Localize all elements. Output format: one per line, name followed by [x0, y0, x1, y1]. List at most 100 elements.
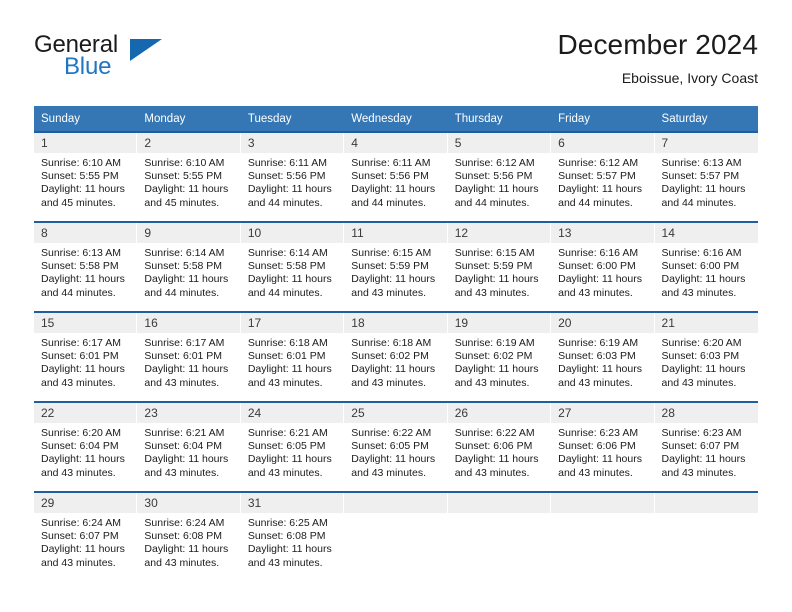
calendar-day-cell[interactable]: 17 Sunrise: 6:18 AM Sunset: 6:01 PM Dayligh… [240, 311, 345, 402]
calendar-day-cell[interactable]: 26 Sunrise: 6:22 AM Sunset: 6:06 PM Dayligh… [447, 401, 552, 492]
day-number-empty [344, 493, 448, 513]
sunrise-text: Sunrise: 6:14 AM [144, 247, 225, 259]
daylight-text: and 43 minutes. [661, 286, 737, 299]
calendar-day-cell[interactable]: 28 Sunrise: 6:23 AM Sunset: 6:07 PM Dayligh… [654, 401, 758, 492]
daylight-text: and 45 minutes. [41, 196, 116, 209]
calendar-body: 1 Sunrise: 6:10 AM Sunset: 5:55 PM Daylight… [34, 131, 758, 581]
sunrise-text: Sunrise: 6:11 AM [351, 157, 431, 169]
calendar-day-cell[interactable]: 8 Sunrise: 6:13 AM Sunset: 5:58 PM Daylight… [34, 221, 138, 312]
daylight-text: and 43 minutes. [661, 376, 737, 389]
sunrise-text: Sunrise: 6:16 AM [558, 247, 639, 259]
day-details: Sunrise: 6:16 AM Sunset: 6:00 PM Daylight:… [655, 243, 758, 300]
day-details: Sunrise: 6:21 AM Sunset: 6:04 PM Daylight:… [137, 423, 240, 480]
sunset-text: Sunset: 6:04 PM [144, 440, 223, 453]
day-number: 29 [34, 493, 138, 513]
daylight-text: Daylight: 11 hours [247, 273, 332, 286]
calendar-day-cell[interactable]: 22 Sunrise: 6:20 AM Sunset: 6:04 PM Dayligh… [34, 401, 138, 492]
sunset-text: Sunset: 6:07 PM [661, 440, 740, 453]
calendar-day-cell[interactable]: 31 Sunrise: 6:25 AM Sunset: 6:08 PM Dayligh… [240, 491, 345, 581]
daylight-text: Daylight: 11 hours [351, 363, 436, 376]
sunrise-text: Sunrise: 6:15 AM [351, 247, 432, 259]
calendar-day-cell[interactable]: 10 Sunrise: 6:14 AM Sunset: 5:58 PM Dayligh… [240, 221, 345, 312]
calendar-day-cell[interactable]: 20 Sunrise: 6:19 AM Sunset: 6:03 PM Dayligh… [551, 311, 655, 402]
daylight-text: and 43 minutes. [144, 466, 220, 479]
sunrise-text: Sunrise: 6:15 AM [454, 247, 535, 259]
day-details: Sunrise: 6:10 AM Sunset: 5:55 PM Daylight:… [137, 153, 240, 210]
sunrise-text: Sunrise: 6:11 AM [247, 157, 328, 169]
calendar-day-cell[interactable]: 14 Sunrise: 6:16 AM Sunset: 6:00 PM Dayligh… [654, 221, 758, 312]
sunset-text: Sunset: 5:57 PM [661, 170, 740, 183]
daylight-text: and 43 minutes. [558, 466, 633, 479]
calendar-day-cell[interactable]: 19 Sunrise: 6:19 AM Sunset: 6:02 PM Dayligh… [447, 311, 552, 402]
calendar-day-cell[interactable]: 27 Sunrise: 6:23 AM Sunset: 6:06 PM Dayligh… [551, 401, 655, 492]
daylight-text: and 43 minutes. [454, 376, 530, 389]
calendar-day-cell[interactable]: 12 Sunrise: 6:15 AM Sunset: 5:59 PM Dayligh… [447, 221, 552, 312]
sunrise-text: Sunrise: 6:19 AM [558, 337, 639, 349]
calendar-day-cell[interactable]: 7 Sunrise: 6:13 AM Sunset: 5:57 PM Daylight… [654, 131, 758, 222]
calendar-empty-cell [344, 491, 448, 581]
page-header: General Blue December 2024 Eboissue, Ivo… [34, 28, 758, 98]
daylight-text: Daylight: 11 hours [661, 453, 746, 466]
calendar-day-cell[interactable]: 29 Sunrise: 6:24 AM Sunset: 6:07 PM Dayligh… [34, 491, 138, 581]
sunrise-text: Sunrise: 6:10 AM [144, 157, 225, 169]
daylight-text: and 43 minutes. [558, 376, 633, 389]
sunset-text: Sunset: 6:08 PM [144, 530, 223, 543]
day-details: Sunrise: 6:12 AM Sunset: 5:56 PM Daylight:… [448, 153, 551, 210]
calendar-day-cell[interactable]: 30 Sunrise: 6:24 AM Sunset: 6:08 PM Dayligh… [137, 491, 241, 581]
weekday-header-tuesday: Tuesday [240, 106, 345, 132]
day-details: Sunrise: 6:22 AM Sunset: 6:05 PM Daylight:… [344, 423, 447, 480]
day-details: Sunrise: 6:18 AM Sunset: 6:02 PM Daylight:… [344, 333, 447, 390]
daylight-text: Daylight: 11 hours [351, 453, 436, 466]
day-number: 2 [137, 133, 241, 153]
daylight-text: Daylight: 11 hours [558, 273, 642, 286]
calendar-day-cell[interactable]: 2 Sunrise: 6:10 AM Sunset: 5:55 PM Daylight… [137, 131, 241, 222]
day-details: Sunrise: 6:14 AM Sunset: 5:58 PM Daylight:… [241, 243, 344, 300]
daylight-text: Daylight: 11 hours [558, 363, 642, 376]
day-details: Sunrise: 6:20 AM Sunset: 6:04 PM Daylight:… [34, 423, 137, 480]
sunset-text: Sunset: 5:58 PM [144, 260, 223, 273]
daylight-text: and 44 minutes. [661, 196, 737, 209]
daylight-text: and 44 minutes. [558, 196, 633, 209]
sunset-text: Sunset: 5:56 PM [247, 170, 326, 183]
calendar-day-cell[interactable]: 13 Sunrise: 6:16 AM Sunset: 6:00 PM Dayligh… [551, 221, 655, 312]
calendar-day-cell[interactable]: 6 Sunrise: 6:12 AM Sunset: 5:57 PM Daylight… [551, 131, 655, 222]
sunrise-text: Sunrise: 6:18 AM [351, 337, 432, 349]
sunset-text: Sunset: 6:02 PM [351, 350, 429, 363]
calendar-day-cell[interactable]: 11 Sunrise: 6:15 AM Sunset: 5:59 PM Dayligh… [344, 221, 448, 312]
calendar-day-cell[interactable]: 15 Sunrise: 6:17 AM Sunset: 6:01 PM Dayligh… [34, 311, 138, 402]
calendar-day-cell[interactable]: 16 Sunrise: 6:17 AM Sunset: 6:01 PM Dayligh… [137, 311, 241, 402]
daylight-text: Daylight: 11 hours [661, 363, 746, 376]
day-details: Sunrise: 6:11 AM Sunset: 5:56 PM Daylight:… [344, 153, 447, 210]
day-number: 19 [447, 313, 552, 333]
calendar-day-cell[interactable]: 21 Sunrise: 6:20 AM Sunset: 6:03 PM Dayligh… [654, 311, 758, 402]
daylight-text: Daylight: 11 hours [144, 363, 229, 376]
calendar-day-cell[interactable]: 25 Sunrise: 6:22 AM Sunset: 6:05 PM Dayligh… [344, 401, 448, 492]
calendar-day-cell[interactable]: 9 Sunrise: 6:14 AM Sunset: 5:58 PM Daylight… [137, 221, 241, 312]
calendar-week-row: 22 Sunrise: 6:20 AM Sunset: 6:04 PM Dayligh… [34, 401, 758, 492]
day-details: Sunrise: 6:19 AM Sunset: 6:02 PM Daylight:… [448, 333, 551, 390]
sunrise-text: Sunrise: 6:17 AM [41, 337, 121, 349]
day-number: 10 [240, 223, 345, 243]
day-details: Sunrise: 6:10 AM Sunset: 5:55 PM Daylight:… [34, 153, 137, 210]
calendar-day-cell[interactable]: 23 Sunrise: 6:21 AM Sunset: 6:04 PM Dayligh… [137, 401, 241, 492]
day-number: 18 [344, 313, 448, 333]
calendar-day-cell[interactable]: 3 Sunrise: 6:11 AM Sunset: 5:56 PM Daylight… [240, 131, 345, 222]
day-details: Sunrise: 6:22 AM Sunset: 6:06 PM Daylight:… [448, 423, 551, 480]
calendar-day-cell[interactable]: 24 Sunrise: 6:21 AM Sunset: 6:05 PM Dayligh… [240, 401, 345, 492]
weekday-header-wednesday: Wednesday [344, 106, 448, 132]
daylight-text: and 43 minutes. [41, 556, 116, 569]
sunrise-sunset-calendar: Sunday Monday Tuesday Wednesday Thursday Frid… [34, 106, 758, 581]
calendar-day-cell[interactable]: 18 Sunrise: 6:18 AM Sunset: 6:02 PM Dayligh… [344, 311, 448, 402]
day-details: Sunrise: 6:23 AM Sunset: 6:06 PM Daylight:… [551, 423, 654, 480]
calendar-day-cell[interactable]: 4 Sunrise: 6:11 AM Sunset: 5:56 PM Daylight… [344, 131, 448, 222]
sunset-text: Sunset: 5:55 PM [144, 170, 223, 183]
daylight-text: Daylight: 11 hours [41, 183, 125, 196]
calendar-day-cell[interactable]: 5 Sunrise: 6:12 AM Sunset: 5:56 PM Daylight… [447, 131, 552, 222]
day-details: Sunrise: 6:12 AM Sunset: 5:57 PM Daylight:… [551, 153, 654, 210]
sunrise-text: Sunrise: 6:16 AM [661, 247, 742, 259]
weekday-header-saturday: Saturday [654, 106, 758, 132]
sunset-text: Sunset: 6:03 PM [661, 350, 740, 363]
calendar-day-cell[interactable]: 1 Sunrise: 6:10 AM Sunset: 5:55 PM Daylight… [34, 131, 138, 222]
daylight-text: and 43 minutes. [351, 376, 426, 389]
day-details: Sunrise: 6:23 AM Sunset: 6:07 PM Daylight:… [655, 423, 758, 480]
